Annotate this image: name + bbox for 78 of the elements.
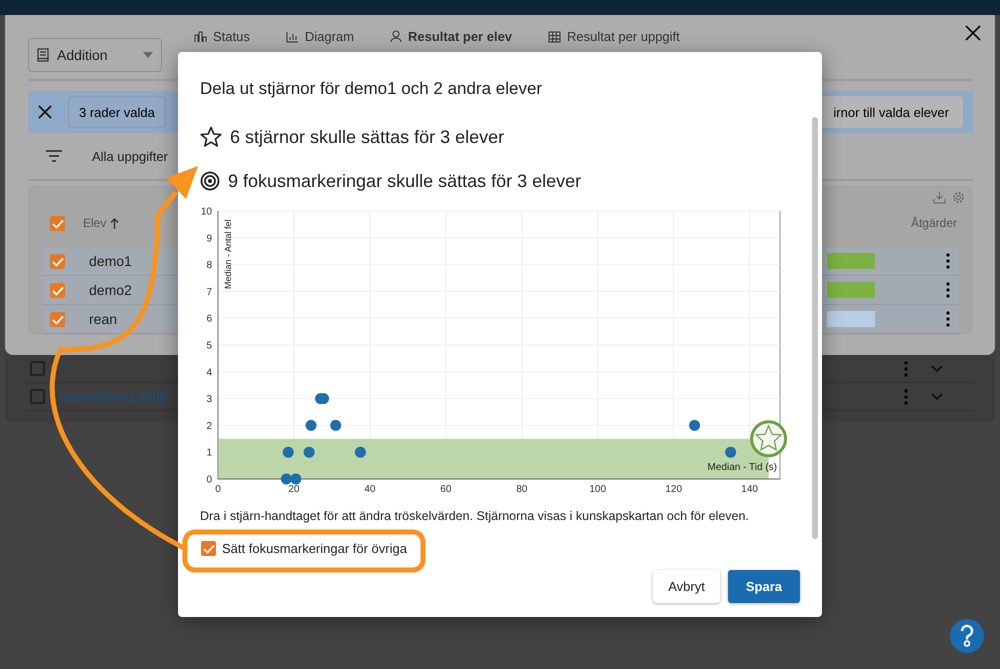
target-icon [200, 171, 220, 191]
save-button[interactable]: Spara [728, 570, 800, 603]
data-point [330, 420, 342, 431]
checkbox[interactable] [50, 254, 65, 268]
data-point [304, 446, 315, 458]
axis-tick-label: 10 [200, 206, 212, 218]
focus-checkbox-option[interactable]: Sätt fokusmarkeringar för övriga [200, 540, 413, 557]
tab[interactable]: Resultat per uppgift [548, 29, 680, 44]
data-point [725, 446, 736, 458]
dialog-title: Dela ut stjärnor för demo1 och 2 andra elever [199, 78, 544, 100]
more-icon[interactable] [945, 282, 951, 298]
person-icon [390, 30, 402, 43]
chevron-down-icon[interactable] [931, 364, 943, 372]
checkbox[interactable] [201, 541, 216, 556]
checkbox[interactable] [50, 282, 65, 298]
student-name: demo1 [89, 253, 132, 269]
x-axis-title: Median - Tid (s) [708, 462, 777, 473]
axis-tick-label: 80 [516, 484, 528, 495]
grid-icon [548, 30, 562, 42]
filter-label[interactable]: Alla uppgifter [92, 148, 168, 164]
star-handle[interactable] [750, 420, 788, 458]
axis-tick-label: 1 [206, 448, 212, 459]
axis-tick-label: 60 [440, 484, 452, 495]
more-icon[interactable] [945, 311, 951, 327]
axis-tick-label: 8 [206, 260, 212, 272]
assignment-select[interactable]: Addition [28, 38, 162, 72]
sort-arrow-icon [110, 218, 120, 228]
axis-tick-label: 0 [215, 484, 221, 495]
axis-tick-label: 140 [741, 484, 758, 495]
axis-tick-label: 100 [589, 484, 606, 495]
axis-tick-label: 0 [206, 474, 212, 486]
data-point [290, 474, 302, 484]
checkbox[interactable] [50, 216, 65, 230]
axis-tick-label: 6 [206, 314, 212, 325]
book-icon [37, 48, 49, 62]
checkbox[interactable] [30, 361, 45, 376]
summary-text: 9 fokusmarkeringar skulle sättas för 3 elever [228, 170, 582, 192]
checkbox[interactable] [50, 312, 65, 326]
bar-chart-icon [286, 30, 299, 42]
summary-text: 6 stjärnor skulle sättas för 3 elever [230, 126, 504, 148]
column-header: Åtgärder [910, 216, 957, 230]
y-axis-title: Median - Antal fel [223, 219, 233, 289]
chevron-down-icon[interactable] [931, 392, 943, 400]
cancel-button[interactable]: Avbryt [653, 570, 720, 603]
hint-text: Dra i stjärn-handtaget för att ändra tröskelvärden. Stjärnorna visas i kunskapskartan och för eleven. [200, 509, 750, 523]
axis-tick-label: 4 [206, 367, 212, 378]
caret-icon [143, 52, 153, 58]
data-point [280, 474, 292, 484]
checkbox[interactable] [30, 389, 45, 404]
star-icon [200, 126, 222, 148]
status-icon [194, 30, 207, 42]
axis-tick-label: 20 [288, 484, 300, 495]
data-point [282, 446, 294, 458]
close-icon[interactable] [965, 25, 981, 41]
axis-tick-label: 3 [206, 394, 212, 406]
axis-tick-label: 7 [206, 286, 212, 298]
axis-tick-label: 5 [206, 340, 212, 352]
data-point [689, 420, 700, 431]
more-icon[interactable] [945, 253, 951, 269]
settings-icon[interactable] [952, 191, 965, 204]
axis-tick-label: 40 [364, 484, 376, 495]
help-button[interactable] [950, 619, 984, 653]
tab[interactable]: Resultat per elev [390, 29, 512, 44]
selection-dropdown[interactable]: 3 rader valda [68, 96, 166, 128]
tab[interactable]: Diagram [286, 29, 354, 44]
download-icon[interactable] [933, 191, 946, 204]
column-header[interactable]: Elev [83, 216, 106, 230]
tab[interactable]: Status [194, 29, 250, 44]
axis-tick-label: 120 [665, 484, 682, 495]
axis-tick-label: 9 [206, 233, 212, 244]
close-icon[interactable] [38, 105, 52, 119]
student-name: demo2 [89, 282, 132, 298]
data-point [354, 446, 366, 458]
scrollbar-thumb[interactable] [812, 117, 818, 539]
data-point [306, 420, 317, 431]
student-name: rean [89, 311, 118, 327]
filter-icon[interactable] [46, 150, 62, 162]
axis-tick-label: 2 [206, 420, 212, 432]
